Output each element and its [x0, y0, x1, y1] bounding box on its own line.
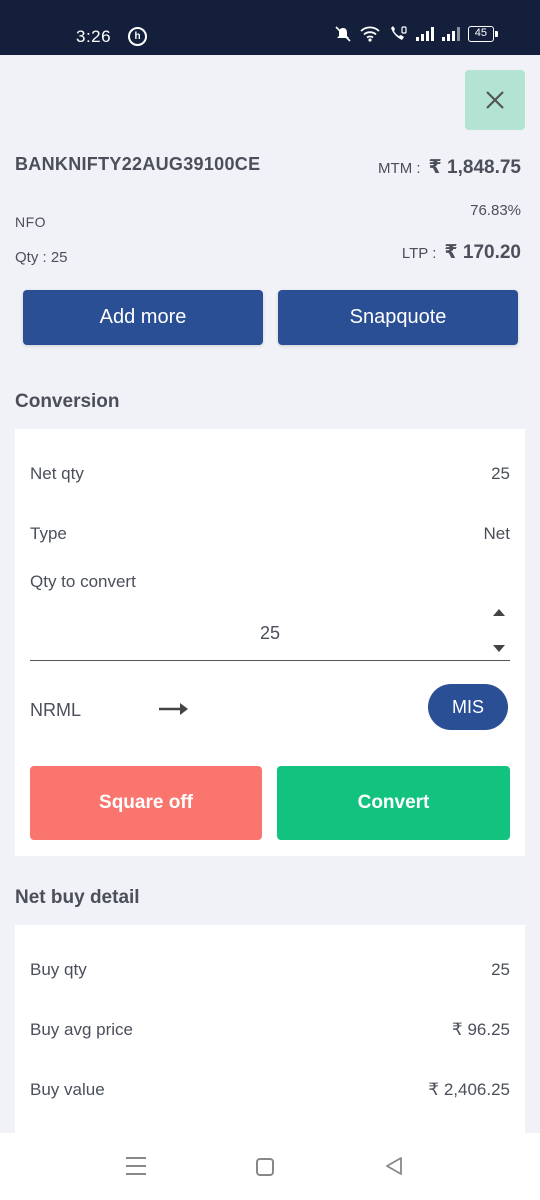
- recent-apps-icon[interactable]: [126, 1157, 146, 1175]
- net-qty-value: 25: [491, 464, 510, 483]
- buy-avg-price-value: ₹ 96.25: [451, 1020, 510, 1039]
- type-row: Type Net: [30, 524, 510, 544]
- buy-qty-value: 25: [491, 960, 510, 979]
- type-label: Type: [30, 524, 67, 543]
- mtm-label: MTM :: [378, 160, 421, 177]
- qty-to-convert-input[interactable]: 25: [30, 607, 510, 661]
- snapquote-button[interactable]: Snapquote: [278, 290, 518, 345]
- buy-avg-price-label: Buy avg price: [30, 1020, 133, 1039]
- mtm: MTM : ₹ 1,848.75: [378, 156, 521, 179]
- wifi-icon: [360, 26, 380, 42]
- mtm-value: ₹ 1,848.75: [428, 157, 521, 178]
- add-more-button[interactable]: Add more: [23, 290, 263, 345]
- close-button[interactable]: [465, 70, 525, 130]
- status-time: 3:26: [76, 27, 112, 46]
- ltp-value: ₹ 170.20: [444, 242, 521, 263]
- back-icon[interactable]: [384, 1156, 404, 1176]
- qty-to-convert-value: 25: [259, 623, 281, 643]
- arrow-right-icon: [159, 703, 188, 715]
- home-icon[interactable]: [256, 1158, 274, 1176]
- to-product-button[interactable]: MIS: [428, 684, 508, 730]
- convert-button[interactable]: Convert: [277, 766, 510, 840]
- mute-icon: [335, 26, 351, 42]
- close-icon: [486, 91, 504, 109]
- type-value: Net: [483, 524, 510, 543]
- status-bar: 3:26 h 45: [0, 0, 540, 55]
- net-qty-label: Net qty: [30, 464, 84, 483]
- signal-icon: [441, 27, 460, 41]
- net-buy-title: Net buy detail: [15, 887, 140, 908]
- buy-avg-price-row: Buy avg price ₹ 96.25: [30, 1020, 510, 1040]
- exchange-label: NFO: [15, 214, 47, 230]
- from-product: NRML: [30, 700, 82, 720]
- conversion-title: Conversion: [15, 391, 120, 412]
- net-buy-card: Buy qty 25 Buy avg price ₹ 96.25 Buy val…: [15, 925, 525, 1133]
- increment-icon[interactable]: [493, 609, 505, 616]
- signal-icon: [415, 27, 434, 41]
- position-qty: Qty : 25: [15, 249, 68, 266]
- battery-icon: 45: [467, 26, 499, 42]
- buy-value-value: ₹ 2,406.25: [428, 1080, 510, 1099]
- ltp-label: LTP :: [401, 245, 437, 262]
- qty-to-convert-label: Qty to convert: [30, 572, 136, 591]
- decrement-icon[interactable]: [493, 645, 505, 652]
- system-nav-bar: [0, 1133, 540, 1200]
- buy-qty-label: Buy qty: [30, 960, 87, 979]
- buy-qty-row: Buy qty 25: [30, 960, 510, 980]
- buy-value-label: Buy value: [30, 1080, 105, 1099]
- status-icons: 45: [334, 26, 499, 42]
- conversion-card: Net qty 25 Type Net Qty to convert 25 NR…: [15, 429, 525, 856]
- app-notification-icon: h: [128, 27, 147, 46]
- instrument-symbol: BANKNIFTY22AUG39100CE: [15, 154, 261, 174]
- change-percent: 76.83%: [470, 202, 521, 219]
- buy-value-row: Buy value ₹ 2,406.25: [30, 1080, 510, 1100]
- net-qty-row: Net qty 25: [30, 464, 510, 484]
- ltp: LTP : ₹ 170.20: [402, 241, 521, 264]
- qty-to-convert-row: Qty to convert: [30, 572, 510, 592]
- call-icon: [390, 26, 407, 40]
- square-off-button[interactable]: Square off: [30, 766, 262, 840]
